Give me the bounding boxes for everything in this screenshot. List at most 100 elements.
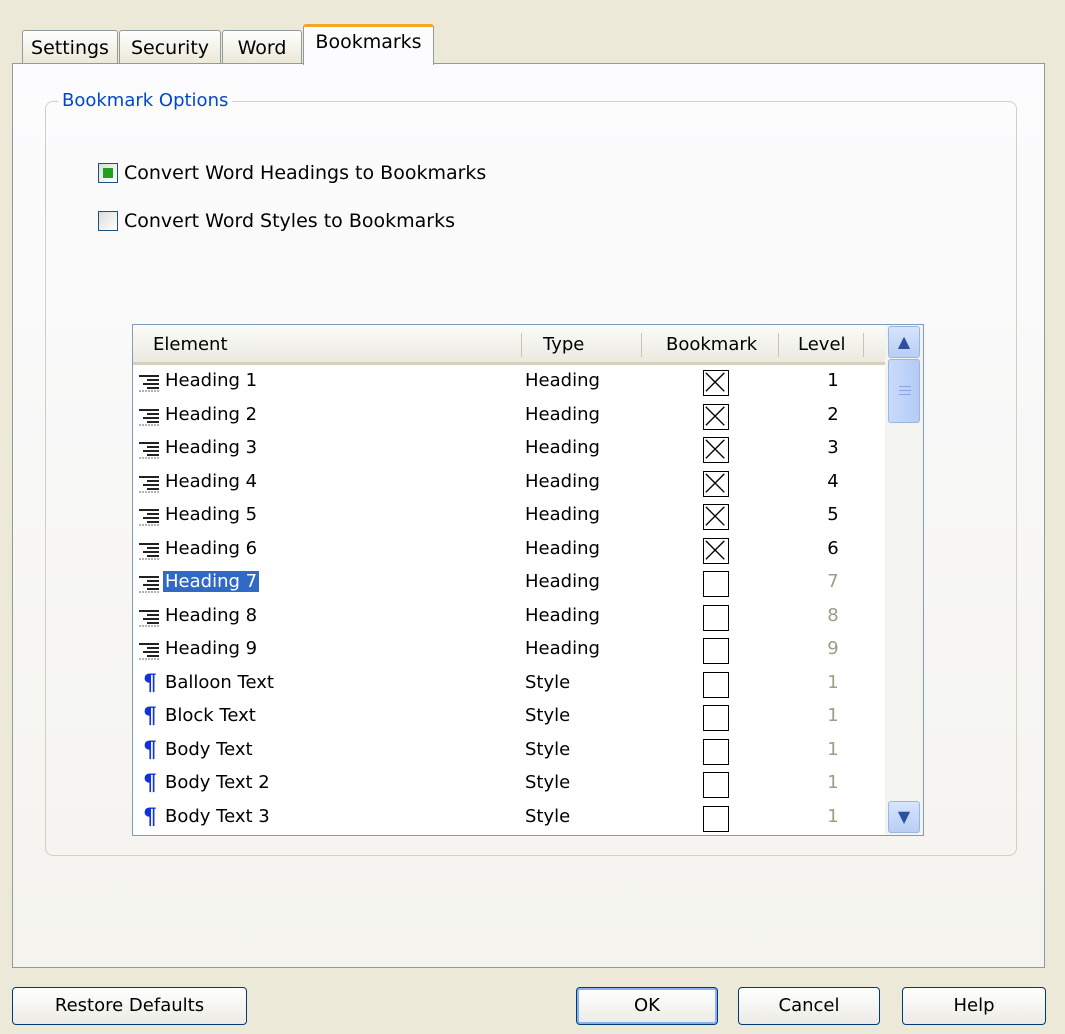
heading-icon bbox=[137, 475, 161, 493]
element-type: Heading bbox=[525, 470, 600, 492]
column-separator[interactable] bbox=[863, 333, 864, 357]
column-separator[interactable] bbox=[778, 333, 779, 357]
scroll-up-button[interactable]: ▲ bbox=[888, 326, 920, 358]
element-name: Heading 9 bbox=[165, 638, 258, 659]
bookmark-checkbox[interactable] bbox=[703, 370, 729, 396]
element-level[interactable]: 6 bbox=[823, 538, 843, 559]
element-level[interactable]: 5 bbox=[823, 504, 843, 525]
heading-icon bbox=[137, 441, 161, 459]
element-level[interactable]: 4 bbox=[823, 471, 843, 492]
list-item[interactable]: Heading 5 Heading 5 bbox=[133, 500, 885, 533]
list-item[interactable]: ¶ Body Text 2 Style 1 bbox=[133, 768, 885, 801]
element-level[interactable]: 9 bbox=[823, 638, 843, 659]
list-item[interactable]: ¶ Balloon Text Style 1 bbox=[133, 668, 885, 701]
paragraph-style-icon: ¶ bbox=[143, 669, 157, 696]
grip-line bbox=[899, 390, 911, 391]
element-level[interactable]: 1 bbox=[823, 672, 843, 693]
cancel-label: Cancel bbox=[778, 995, 840, 1016]
paragraph-style-icon: ¶ bbox=[143, 770, 157, 796]
element-name: Body Text bbox=[165, 738, 253, 760]
tab-security[interactable]: Security bbox=[119, 30, 221, 63]
list-item[interactable]: ¶ Body Text Style 1 bbox=[133, 735, 885, 768]
ok-button[interactable]: OK bbox=[576, 987, 718, 1025]
element-name: Balloon Text bbox=[165, 671, 274, 693]
element-level[interactable]: 1 bbox=[823, 806, 843, 827]
cancel-button[interactable]: Cancel bbox=[738, 987, 880, 1025]
element-type: Heading bbox=[525, 571, 600, 592]
bookmark-options-group: Bookmark Options Convert Word Headings t… bbox=[45, 90, 1017, 856]
list-item[interactable]: Heading 1 Heading 1 bbox=[133, 366, 885, 399]
restore-defaults-button[interactable]: Restore Defaults bbox=[12, 987, 247, 1025]
vertical-scrollbar[interactable]: ▲ ▼ bbox=[885, 325, 923, 835]
bookmark-checkbox[interactable] bbox=[703, 437, 729, 463]
element-level[interactable]: 1 bbox=[823, 705, 843, 726]
list-item[interactable]: Heading 8 Heading 8 bbox=[133, 601, 885, 634]
element-type: Style bbox=[525, 805, 571, 827]
list-item[interactable]: Heading 6 Heading 6 bbox=[133, 534, 885, 567]
tab-word[interactable]: Word bbox=[222, 30, 302, 63]
bookmark-checkbox[interactable] bbox=[703, 537, 729, 564]
bookmark-checkbox[interactable] bbox=[703, 738, 729, 765]
element-type: Heading bbox=[525, 604, 600, 626]
help-button[interactable]: Help bbox=[902, 987, 1046, 1025]
tab-word-label: Word bbox=[237, 37, 287, 59]
element-level[interactable]: 3 bbox=[823, 437, 843, 458]
bookmark-checkbox[interactable] bbox=[703, 470, 729, 497]
bookmarks-panel: Bookmark Options Convert Word Headings t… bbox=[12, 63, 1045, 968]
element-level[interactable]: 7 bbox=[823, 571, 843, 592]
element-level[interactable]: 1 bbox=[823, 370, 843, 391]
bookmark-checkbox[interactable] bbox=[703, 705, 729, 731]
bookmark-checkbox[interactable] bbox=[703, 772, 729, 798]
convert-styles-checkbox[interactable] bbox=[98, 211, 118, 231]
bookmark-checkbox[interactable] bbox=[703, 805, 729, 832]
element-level[interactable]: 2 bbox=[823, 404, 843, 425]
convert-headings-checkbox[interactable] bbox=[98, 163, 118, 183]
tab-bookmarks[interactable]: Bookmarks bbox=[303, 24, 434, 65]
element-type: Style bbox=[525, 705, 571, 726]
list-item[interactable]: ¶ Body Text 3 Style 1 bbox=[133, 802, 885, 835]
scroll-down-button[interactable]: ▼ bbox=[888, 801, 920, 833]
column-separator[interactable] bbox=[641, 333, 642, 357]
column-header-element[interactable]: Element bbox=[153, 334, 228, 355]
element-level[interactable]: 8 bbox=[823, 605, 843, 626]
list-item[interactable]: Heading 4 Heading 4 bbox=[133, 467, 885, 500]
convert-styles-option[interactable]: Convert Word Styles to Bookmarks bbox=[98, 210, 455, 232]
element-type: Heading bbox=[525, 437, 600, 458]
list-item[interactable]: Heading 7 Heading 7 bbox=[133, 567, 885, 600]
bookmark-checkbox[interactable] bbox=[703, 671, 729, 698]
bookmark-checkbox[interactable] bbox=[703, 638, 729, 664]
heading-icon bbox=[137, 575, 161, 593]
list-item[interactable]: Heading 9 Heading 9 bbox=[133, 634, 885, 667]
list-item[interactable]: Heading 2 Heading 2 bbox=[133, 400, 885, 433]
element-type: Heading bbox=[525, 403, 600, 425]
element-name: Heading 2 bbox=[165, 403, 258, 425]
list-item[interactable]: ¶ Block Text Style 1 bbox=[133, 701, 885, 734]
element-type: Style bbox=[525, 738, 571, 760]
list-item[interactable]: Heading 3 Heading 3 bbox=[133, 433, 885, 466]
convert-headings-option[interactable]: Convert Word Headings to Bookmarks bbox=[98, 162, 486, 184]
group-title: Bookmark Options bbox=[58, 90, 233, 111]
heading-icon bbox=[137, 542, 161, 560]
element-name: Heading 6 bbox=[165, 537, 258, 559]
bookmark-checkbox[interactable] bbox=[703, 604, 729, 631]
help-label: Help bbox=[953, 995, 995, 1016]
element-name: Heading 8 bbox=[165, 604, 258, 626]
heading-icon bbox=[137, 408, 161, 426]
column-header-type[interactable]: Type bbox=[543, 334, 584, 355]
bookmark-checkbox[interactable] bbox=[703, 403, 729, 430]
bookmark-checkbox[interactable] bbox=[703, 571, 729, 597]
scroll-thumb[interactable] bbox=[888, 359, 920, 423]
element-level[interactable]: 1 bbox=[823, 739, 843, 760]
column-header-level[interactable]: Level bbox=[798, 334, 846, 355]
column-header-bookmark[interactable]: Bookmark bbox=[666, 334, 757, 355]
column-separator[interactable] bbox=[521, 333, 522, 357]
bookmark-checkbox[interactable] bbox=[703, 504, 729, 530]
paragraph-style-icon: ¶ bbox=[143, 736, 157, 763]
ok-label: OK bbox=[634, 995, 660, 1016]
tab-security-label: Security bbox=[130, 37, 210, 59]
bookmark-element-list[interactable]: Element Type Bookmark Level Heading 1 Hea… bbox=[132, 324, 924, 836]
element-name: Block Text bbox=[165, 705, 256, 726]
tab-settings[interactable]: Settings bbox=[22, 30, 118, 63]
grip-line bbox=[899, 394, 911, 395]
element-level[interactable]: 1 bbox=[823, 772, 843, 793]
